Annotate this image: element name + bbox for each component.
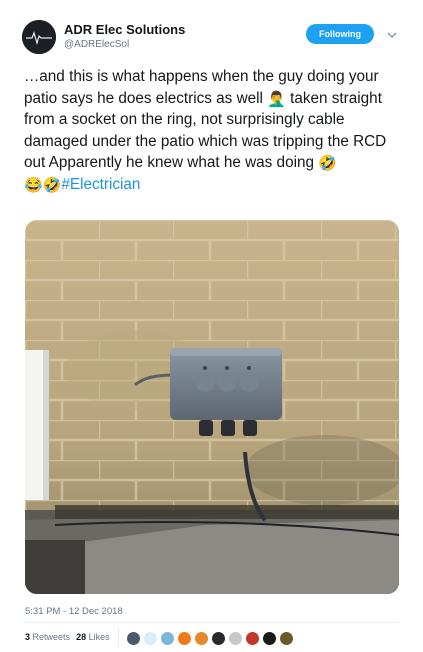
author-avatar[interactable] [22, 20, 56, 54]
chevron-down-icon[interactable] [386, 28, 398, 40]
stats-separator [118, 628, 119, 646]
author-name[interactable]: ADR Elec Solutions [64, 22, 185, 37]
facepalm-emoji-icon: 🤦‍♂️ [267, 90, 286, 108]
rofl-emoji-icon: 🤣 [318, 155, 337, 172]
retweets-stat[interactable]: 3 Retweets [25, 632, 70, 642]
liker-avatar-6[interactable] [211, 631, 226, 646]
tweet-card: ADR Elec Solutions @ADRElecSol Following… [0, 0, 423, 652]
divider [25, 622, 399, 623]
joy-emoji-icon: 😂 [24, 176, 43, 194]
retweets-label: Retweets [32, 632, 71, 642]
liker-avatar-8[interactable] [245, 631, 260, 646]
liker-avatar-9[interactable] [262, 631, 277, 646]
following-button[interactable]: Following [306, 24, 374, 44]
hashtag-link[interactable]: #Electrician [61, 176, 140, 193]
author-handle[interactable]: @ADRElecSol [64, 39, 129, 50]
likes-stat[interactable]: 28 Likes [76, 632, 110, 642]
retweets-count: 3 [25, 632, 31, 642]
liker-avatar-7[interactable] [228, 631, 243, 646]
tweet-stats: 3 Retweets 28 Likes [25, 632, 110, 642]
liker-avatar-4[interactable] [177, 631, 192, 646]
tweet-photo[interactable] [25, 220, 399, 594]
liker-avatar-10[interactable] [279, 631, 294, 646]
tweet-text: …and this is what happens when the guy d… [24, 66, 404, 195]
likes-label: Likes [88, 632, 110, 642]
liker-avatar-2[interactable] [143, 631, 158, 646]
liker-avatar-3[interactable] [160, 631, 175, 646]
liker-avatar-5[interactable] [194, 631, 209, 646]
likes-count: 28 [76, 632, 87, 642]
liker-avatars [126, 631, 296, 646]
rofl-emoji-icon-2: 🤣 [42, 176, 62, 194]
tweet-timestamp[interactable]: 5:31 PM - 12 Dec 2018 [25, 606, 123, 617]
liker-avatar-1[interactable] [126, 631, 141, 646]
